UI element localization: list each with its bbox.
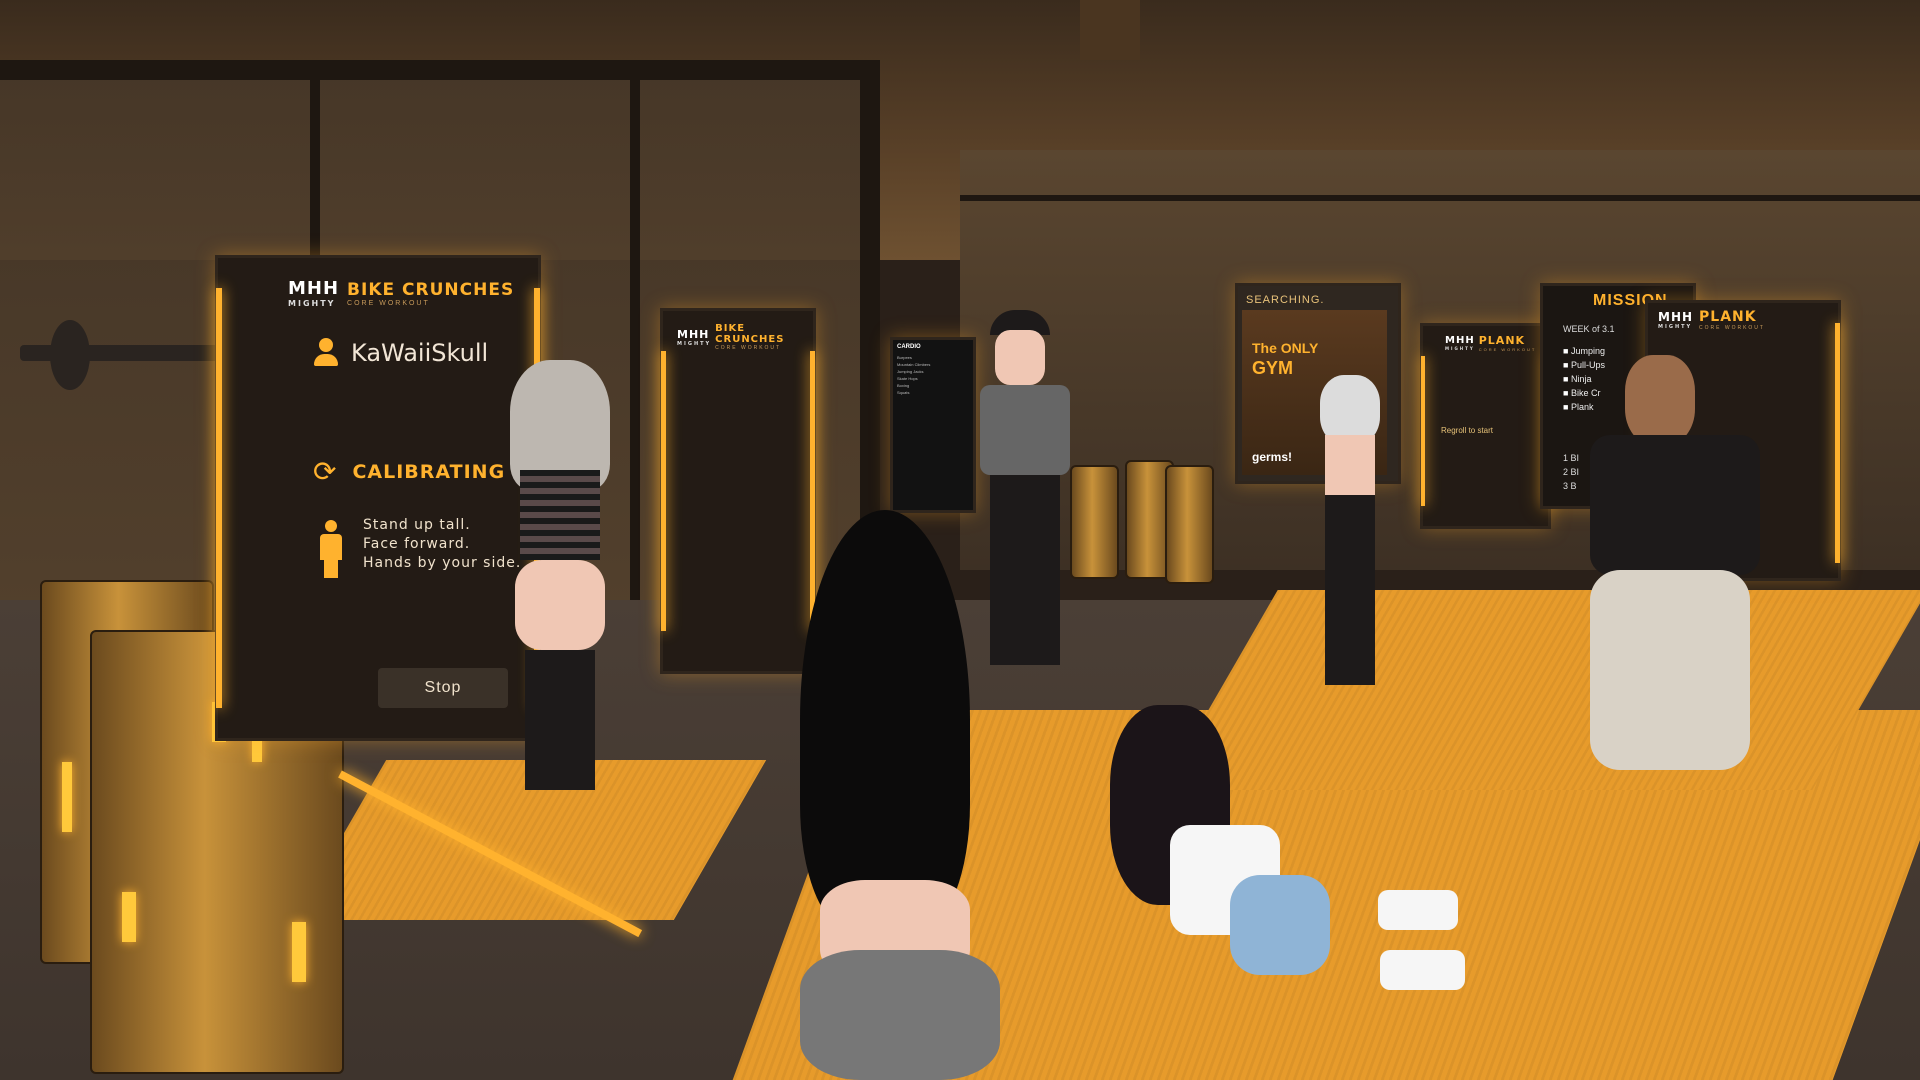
user-icon — [313, 338, 339, 368]
menu-item[interactable]: Burpees — [893, 354, 973, 361]
bike-crunches-station[interactable]: MHH MIGHTY BIKE CRUNCHES CORE WORKOUT Ka… — [215, 255, 541, 741]
menu-item[interactable]: Squats — [893, 389, 973, 396]
station-subtitle: CORE WORKOUT — [1478, 347, 1537, 352]
menu-item[interactable]: Skate Hops — [893, 375, 973, 382]
station-subtitle: CORE WORKOUT — [715, 345, 782, 351]
person-icon — [318, 520, 344, 580]
poster-text: GYM — [1252, 358, 1294, 378]
mighty-logo: MHH MIGHTY — [677, 327, 712, 347]
station-title: BIKE CRUNCHES — [715, 323, 785, 345]
station-header: MHH MIGHTY PLANK CORE WORKOUT — [1445, 334, 1536, 352]
calibration-status: ⟳ CALIBRATING — [313, 458, 505, 486]
ceiling-beam — [1080, 0, 1140, 60]
cardio-menu[interactable]: CARDIO Burpees Mountain Climbers Jumping… — [890, 337, 976, 513]
mighty-logo: MHH MIGHTY — [1658, 310, 1694, 330]
station-header: MHH MIGHTY BIKE CRUNCHES CORE WORKOUT — [288, 278, 514, 308]
menu-item[interactable]: Boxing — [893, 382, 973, 389]
station-subtitle: CORE WORKOUT — [1699, 325, 1765, 331]
barrel — [1165, 465, 1214, 584]
glow-strip — [661, 351, 666, 631]
refresh-icon: ⟳ — [313, 456, 337, 487]
start-prompt: Regroll to start — [1441, 426, 1494, 435]
instruction-line: Stand up tall. — [363, 517, 471, 533]
plank-station[interactable]: MHH MIGHTY PLANK CORE WORKOUT Regroll to… — [1420, 323, 1551, 529]
station-subtitle: CORE WORKOUT — [347, 299, 430, 307]
menu-title: CARDIO — [897, 344, 921, 350]
poster-text: The ONLY — [1252, 340, 1319, 356]
poster-tag: germs! — [1252, 450, 1293, 464]
glass-frame-top — [0, 60, 880, 80]
glow-strip — [1835, 323, 1840, 563]
shoe — [1378, 890, 1458, 930]
avatar-black-shirt[interactable] — [1570, 355, 1780, 775]
shoe — [1380, 950, 1465, 990]
stop-button[interactable]: Stop — [378, 668, 508, 708]
station-title: PLANK — [1699, 309, 1757, 325]
status-text: CALIBRATING — [352, 461, 506, 483]
calibration-instructions: Stand up tall. Face forward. Hands by yo… — [363, 516, 521, 573]
avatar-silver-hair[interactable] — [500, 360, 620, 800]
search-status: SEARCHING. — [1246, 294, 1325, 306]
avatar-ponytail[interactable] — [1110, 705, 1340, 985]
window-frame — [960, 195, 1920, 201]
vr-gym-scene: MHH MIGHTY BIKE CRUNCHES CORE WORKOUT Ka… — [0, 0, 1920, 1080]
menu-item[interactable]: Mountain Climbers — [893, 361, 973, 368]
station-title: BIKE CRUNCHES — [347, 279, 515, 300]
mighty-logo: MHH MIGHTY — [1445, 335, 1475, 351]
glow-strip — [1421, 356, 1425, 506]
mighty-logo: MHH MIGHTY — [288, 278, 340, 308]
station-header: MHH MIGHTY BIKE CRUNCHES CORE WORKOUT — [677, 323, 813, 351]
player-name: KaWaiiSkull — [351, 339, 489, 367]
station-title: PLANK — [1478, 334, 1526, 347]
avatar-white-hair[interactable] — [1300, 375, 1410, 695]
instruction-line: Hands by your side. — [363, 555, 522, 571]
instruction-line: Face forward. — [363, 536, 471, 552]
glow-strip — [216, 288, 222, 708]
player-row: KaWaiiSkull — [313, 338, 488, 368]
menu-item[interactable]: Jumping Jacks — [893, 368, 973, 375]
avatar-long-black-hair[interactable] — [720, 510, 1050, 1080]
glass-frame-mid2 — [630, 60, 640, 620]
weight-plate — [50, 320, 90, 390]
station-header: MHH MIGHTY PLANK CORE WORKOUT — [1658, 309, 1765, 331]
mission-week: WEEK of 3.1 — [1563, 324, 1615, 334]
